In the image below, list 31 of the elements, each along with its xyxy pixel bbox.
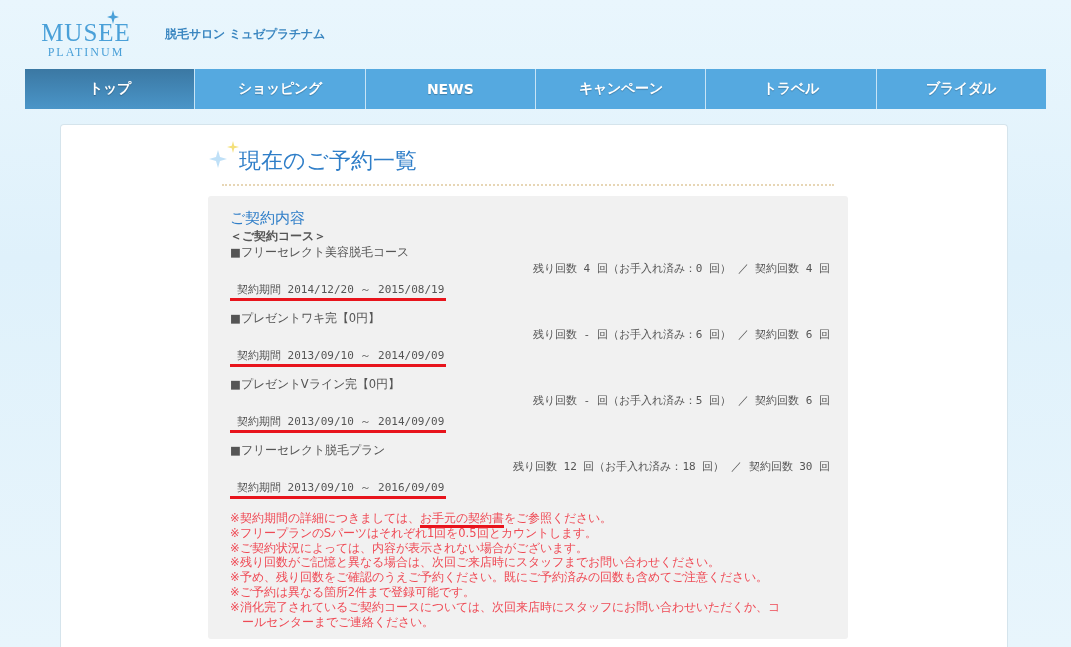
course-counts: 残り回数 - 回（お手入れ済み：6 回） ／ 契約回数 6 回: [532, 327, 830, 343]
course-name: ■フリーセレクト美容脱毛コース: [230, 244, 410, 260]
contract-period: 契約期間 2014/12/20 ～ 2015/08/19: [230, 283, 447, 301]
course-name: ■フリーセレクト脱毛プラン: [230, 442, 386, 458]
sparkle-icon: [107, 9, 119, 24]
nav-tab[interactable]: NEWS: [365, 69, 536, 109]
note-text: ※フリープランのSパーツはそれぞれ1回を0.5回とカウントします。: [230, 525, 598, 541]
section-heading: ご契約内容: [230, 209, 306, 228]
course-counts: 残り回数 4 回（お手入れ済み：0 回） ／ 契約回数 4 回: [532, 261, 830, 277]
course-name: ■プレゼントワキ完【0円】: [230, 310, 382, 326]
course-counts: 残り回数 - 回（お手入れ済み：5 回） ／ 契約回数 6 回: [532, 393, 830, 409]
course-name: ■プレゼントVライン完【0円】: [230, 376, 402, 392]
logo[interactable]: MUSEE PLATINUM: [27, 11, 145, 58]
nav-tab[interactable]: ブライダル: [876, 69, 1046, 109]
nav-tab[interactable]: キャンペーン: [536, 69, 707, 109]
section-subheading: ＜ご契約コース＞: [230, 228, 327, 244]
note-text: ※ご予約は異なる箇所2件まで登録可能です。: [230, 585, 476, 600]
page-title: 現在のご予約一覧: [239, 147, 417, 174]
note-text: ※消化完了されているご契約コースについては、次回来店時にスタッフにお問い合わせいただくか、コールセンターまでご連絡ください。: [230, 599, 781, 630]
note-text: ※ご契約状況によっては、内容が表示されない場合がございます。: [230, 540, 589, 556]
contract-period: 契約期間 2013/09/10 ～ 2016/09/09: [230, 481, 447, 499]
course-counts: 残り回数 12 回（お手入れ済み：18 回） ／ 契約回数 30 回: [512, 459, 830, 475]
note-text: ※契約期間の詳細につきましては、お手元の契約書をご参照ください。: [230, 511, 782, 526]
site-tagline: 脱毛サロン ミュゼプラチナム: [165, 26, 326, 43]
contract-period: 契約期間 2013/09/10 ～ 2014/09/09: [230, 415, 447, 433]
contract-period: 契約期間 2013/09/10 ～ 2014/09/09: [230, 349, 447, 367]
note-text: ※予め、残り回数をご確認のうえご予約ください。既にご予約済みの回数も含めてご注意ください。: [230, 570, 769, 585]
nav-tab[interactable]: トラベル: [706, 69, 877, 109]
nav-tab[interactable]: ショッピング: [195, 69, 366, 109]
nav-tab[interactable]: トップ: [25, 69, 196, 109]
note-text: ※残り回数がご記憶と異なる場合は、次回ご来店時にスタッフまでお問い合わせください。: [230, 555, 721, 571]
